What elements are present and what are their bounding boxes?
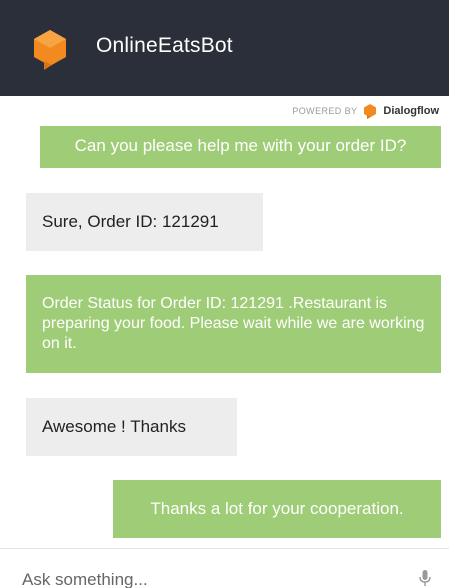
message-input-bar — [0, 548, 449, 588]
bot-message: Thanks a lot for your cooperation. — [113, 480, 441, 538]
dialogflow-brand: Dialogflow — [383, 105, 439, 117]
bot-message: Can you please help me with your order I… — [40, 126, 441, 168]
chat-log[interactable]: Can you please help me with your order I… — [0, 126, 449, 548]
ask-input[interactable] — [22, 569, 402, 588]
bot-message: Order Status for Order ID: 121291 .Resta… — [26, 275, 441, 373]
microphone-icon[interactable] — [418, 569, 432, 587]
bot-logo-icon — [34, 30, 66, 70]
user-message: Awesome ! Thanks — [26, 398, 237, 456]
dialogflow-icon — [364, 104, 377, 119]
bot-name: OnlineEatsBot — [96, 34, 233, 57]
user-message: Sure, Order ID: 121291 — [26, 193, 263, 251]
chat-header: OnlineEatsBot — [0, 0, 449, 96]
powered-by-label: POWERED BY — [292, 106, 358, 116]
powered-by-bar: POWERED BY Dialogflow — [0, 96, 449, 126]
